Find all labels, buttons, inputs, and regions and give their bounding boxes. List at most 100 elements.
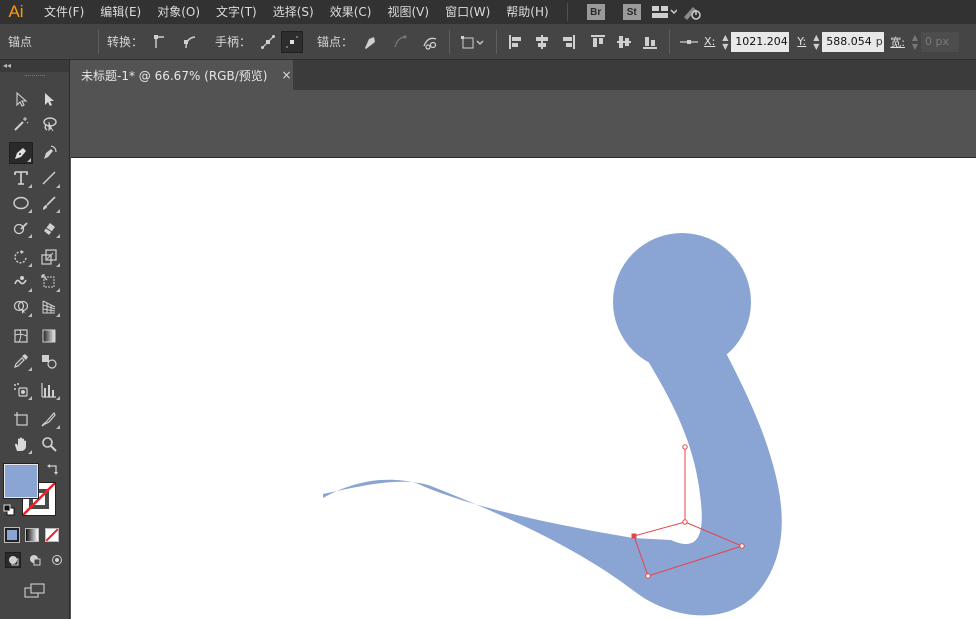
anchor-point[interactable] xyxy=(682,519,688,525)
toolbox-grip[interactable] xyxy=(0,72,69,80)
anchor-point[interactable] xyxy=(739,543,745,549)
convert-to-corner-button[interactable] xyxy=(149,31,171,53)
menu-window[interactable]: 窗口(W) xyxy=(437,0,498,24)
cut-path-button[interactable] xyxy=(419,31,441,53)
free-transform-tool[interactable] xyxy=(37,271,61,293)
limb-shape[interactable] xyxy=(323,353,782,616)
shaper-tool[interactable] xyxy=(9,217,33,239)
perspective-grid-tool[interactable] xyxy=(37,296,61,318)
align-vcenter-button[interactable] xyxy=(613,31,635,53)
ellipse-tool[interactable] xyxy=(9,192,33,214)
zoom-tool[interactable] xyxy=(37,433,61,455)
show-handles-button[interactable] xyxy=(257,31,279,53)
align-top-icon xyxy=(591,34,606,47)
rotate-tool[interactable] xyxy=(9,246,33,268)
shape-builder-tool[interactable] xyxy=(9,296,33,318)
gpu-performance-button[interactable] xyxy=(678,2,706,22)
magnifier-icon xyxy=(41,436,57,452)
bridge-button[interactable]: Br xyxy=(586,4,605,20)
remove-anchor-button[interactable] xyxy=(359,31,381,53)
align-right-button[interactable] xyxy=(557,31,579,53)
align-right-icon xyxy=(563,34,576,49)
toolbox-collapse-button[interactable]: ◂◂ xyxy=(0,60,69,72)
menu-object[interactable]: 对象(O) xyxy=(149,0,208,24)
menu-effect[interactable]: 效果(C) xyxy=(322,0,380,24)
default-fill-stroke-icon[interactable] xyxy=(3,504,15,516)
color-mode-button[interactable] xyxy=(4,526,20,543)
menu-select[interactable]: 选择(S) xyxy=(265,0,322,24)
width-input[interactable]: 0 px xyxy=(920,31,959,52)
reference-point-button[interactable] xyxy=(678,31,700,53)
scale-tool[interactable] xyxy=(37,246,61,268)
change-screen-mode-button[interactable] xyxy=(22,580,48,602)
x-input[interactable]: 1021.204 xyxy=(731,31,790,52)
stock-button[interactable]: St xyxy=(622,4,641,20)
lasso-tool[interactable] xyxy=(37,113,61,135)
anchor-label: 锚点 xyxy=(8,35,33,49)
selected-anchor-point[interactable] xyxy=(631,533,637,539)
pen-minus-icon xyxy=(365,36,376,49)
rocket-power-icon xyxy=(683,7,701,20)
close-tab-icon[interactable]: × xyxy=(281,68,291,82)
artboard-tool[interactable] xyxy=(9,408,33,430)
align-top-button[interactable] xyxy=(587,31,609,53)
control-divider xyxy=(669,29,671,54)
draw-inside-button[interactable] xyxy=(49,552,65,568)
line-segment-tool[interactable] xyxy=(37,167,61,189)
gradient-mode-button[interactable] xyxy=(25,527,39,542)
menu-view[interactable]: 视图(V) xyxy=(379,0,437,24)
width-stepper[interactable]: ▲ ▼ xyxy=(909,31,921,53)
align-left-icon xyxy=(509,34,522,49)
curvature-tool[interactable] xyxy=(37,142,61,164)
draw-behind-button[interactable] xyxy=(27,552,43,568)
pasteboard[interactable] xyxy=(71,90,976,157)
hand-tool[interactable] xyxy=(9,433,33,455)
menu-help[interactable]: 帮助(H) xyxy=(498,0,556,24)
hand-icon xyxy=(14,437,26,451)
hide-handles-button[interactable] xyxy=(281,30,304,53)
artboard[interactable] xyxy=(71,157,976,619)
menu-file[interactable]: 文件(F) xyxy=(36,0,92,24)
align-center-icon xyxy=(536,34,549,49)
y-value: 588.054 xyxy=(826,35,872,48)
isolate-icon xyxy=(461,35,484,48)
workspace-layout-button[interactable] xyxy=(650,2,678,22)
paintbrush-tool[interactable] xyxy=(37,192,61,214)
fill-swatch[interactable] xyxy=(4,464,38,498)
swap-fill-stroke-icon[interactable] xyxy=(47,463,59,475)
head-circle[interactable] xyxy=(613,233,751,371)
y-input[interactable]: 588.054 p xyxy=(822,31,885,52)
document-tab[interactable]: 未标题-1* @ 66.67% (RGB/预览) × xyxy=(71,60,293,90)
isolate-object-button[interactable] xyxy=(458,31,488,53)
selection-tool[interactable] xyxy=(9,88,33,110)
x-stepper[interactable]: ▲ ▼ xyxy=(719,31,731,53)
type-t-icon xyxy=(13,170,28,185)
align-bottom-button[interactable] xyxy=(639,31,661,53)
shape-builder-icon xyxy=(13,300,28,314)
draw-normal-button[interactable] xyxy=(5,551,21,568)
gradient-tool[interactable] xyxy=(37,325,61,347)
convert-to-smooth-button[interactable] xyxy=(179,31,201,53)
y-stepper[interactable]: ▲ ▼ xyxy=(810,31,822,53)
anchor-point[interactable] xyxy=(645,573,651,579)
pen-tool[interactable] xyxy=(8,141,33,164)
anchor-point[interactable] xyxy=(682,444,688,450)
direct-selection-tool[interactable] xyxy=(37,88,61,110)
mesh-tool[interactable] xyxy=(9,325,33,347)
menu-edit[interactable]: 编辑(E) xyxy=(92,0,149,24)
none-mode-button[interactable] xyxy=(45,527,59,542)
slice-tool[interactable] xyxy=(37,408,61,430)
connect-anchors-button[interactable] xyxy=(389,31,411,53)
column-graph-tool[interactable] xyxy=(37,379,61,401)
warp-tool[interactable] xyxy=(9,271,33,293)
type-tool[interactable] xyxy=(9,167,33,189)
align-left-button[interactable] xyxy=(505,31,527,53)
symbol-sprayer-tool[interactable] xyxy=(9,379,33,401)
eyedropper-tool[interactable] xyxy=(9,350,33,372)
tools-panel: ◂◂ xyxy=(0,60,70,619)
align-hcenter-button[interactable] xyxy=(531,31,553,53)
blend-tool[interactable] xyxy=(37,350,61,372)
magic-wand-tool[interactable] xyxy=(9,113,33,135)
menu-type[interactable]: 文字(T) xyxy=(208,0,265,24)
eraser-tool[interactable] xyxy=(37,217,61,239)
